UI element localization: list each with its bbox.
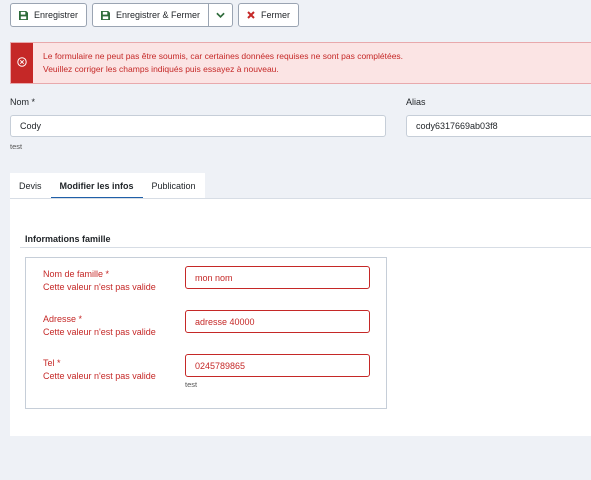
save-close-button-label: Enregistrer & Fermer bbox=[116, 10, 201, 20]
field-label-family-name: Nom de famille * Cette valeur n'est pas … bbox=[43, 268, 156, 294]
floppy-disk-icon bbox=[19, 10, 28, 20]
tel-input[interactable]: 0245789865 bbox=[185, 354, 370, 377]
family-info-fieldset: Nom de famille * Cette valeur n'est pas … bbox=[25, 257, 387, 409]
field-label-text: Tel * bbox=[43, 358, 61, 368]
alert-message: Le formulaire ne peut pas être soumis, c… bbox=[33, 43, 403, 83]
chevron-down-icon bbox=[216, 12, 225, 19]
tab-devis[interactable]: Devis bbox=[10, 173, 51, 199]
save-button[interactable]: Enregistrer bbox=[10, 3, 88, 27]
error-circle-icon bbox=[17, 57, 27, 69]
name-input[interactable]: Cody bbox=[10, 115, 386, 137]
name-label: Nom * bbox=[10, 97, 36, 107]
tab-label: Publication bbox=[151, 181, 196, 191]
close-icon bbox=[247, 11, 255, 19]
close-button-label: Fermer bbox=[261, 10, 291, 20]
section-title: Informations famille bbox=[25, 234, 111, 244]
save-button-label: Enregistrer bbox=[34, 10, 79, 20]
tab-modifier-les-infos[interactable]: Modifier les infos bbox=[50, 173, 143, 199]
close-button[interactable]: Fermer bbox=[238, 3, 300, 27]
alias-label: Alias bbox=[406, 97, 426, 107]
alias-input[interactable]: cody6317669ab03f8 bbox=[406, 115, 591, 137]
save-options-dropdown-button[interactable] bbox=[209, 3, 234, 27]
section-divider bbox=[20, 247, 591, 248]
name-hint: test bbox=[10, 142, 23, 151]
toolbar: Enregistrer Enregistrer & Fermer Fermer bbox=[10, 3, 300, 27]
tab-publication[interactable]: Publication bbox=[142, 173, 205, 199]
family-name-input[interactable]: mon nom bbox=[185, 266, 370, 289]
field-error-text: Cette valeur n'est pas valide bbox=[43, 282, 156, 292]
address-input[interactable]: adresse 40000 bbox=[185, 310, 370, 333]
field-label-text: Adresse * bbox=[43, 314, 83, 324]
field-error-text: Cette valeur n'est pas valide bbox=[43, 327, 156, 337]
alert-line-2: Veuillez corriger les champs indiqués pu… bbox=[43, 64, 279, 74]
alert-line-1: Le formulaire ne peut pas être soumis, c… bbox=[43, 51, 404, 61]
tab-label: Devis bbox=[19, 181, 42, 191]
field-label-address: Adresse * Cette valeur n'est pas valide bbox=[43, 313, 156, 339]
tab-label: Modifier les infos bbox=[59, 181, 134, 191]
tel-hint: test bbox=[185, 380, 198, 389]
field-label-tel: Tel * Cette valeur n'est pas valide bbox=[43, 357, 156, 383]
floppy-disk-icon bbox=[101, 10, 111, 20]
error-alert: Le formulaire ne peut pas être soumis, c… bbox=[10, 42, 591, 84]
tab-panel: Informations famille Nom de famille * Ce… bbox=[10, 198, 591, 436]
field-label-text: Nom de famille * bbox=[43, 269, 110, 279]
save-close-button[interactable]: Enregistrer & Fermer bbox=[92, 3, 210, 27]
save-close-group: Enregistrer & Fermer bbox=[92, 3, 234, 27]
field-error-text: Cette valeur n'est pas valide bbox=[43, 371, 156, 381]
alert-icon-bar bbox=[11, 43, 33, 83]
tab-bar: Devis Modifier les infos Publication bbox=[10, 173, 205, 199]
